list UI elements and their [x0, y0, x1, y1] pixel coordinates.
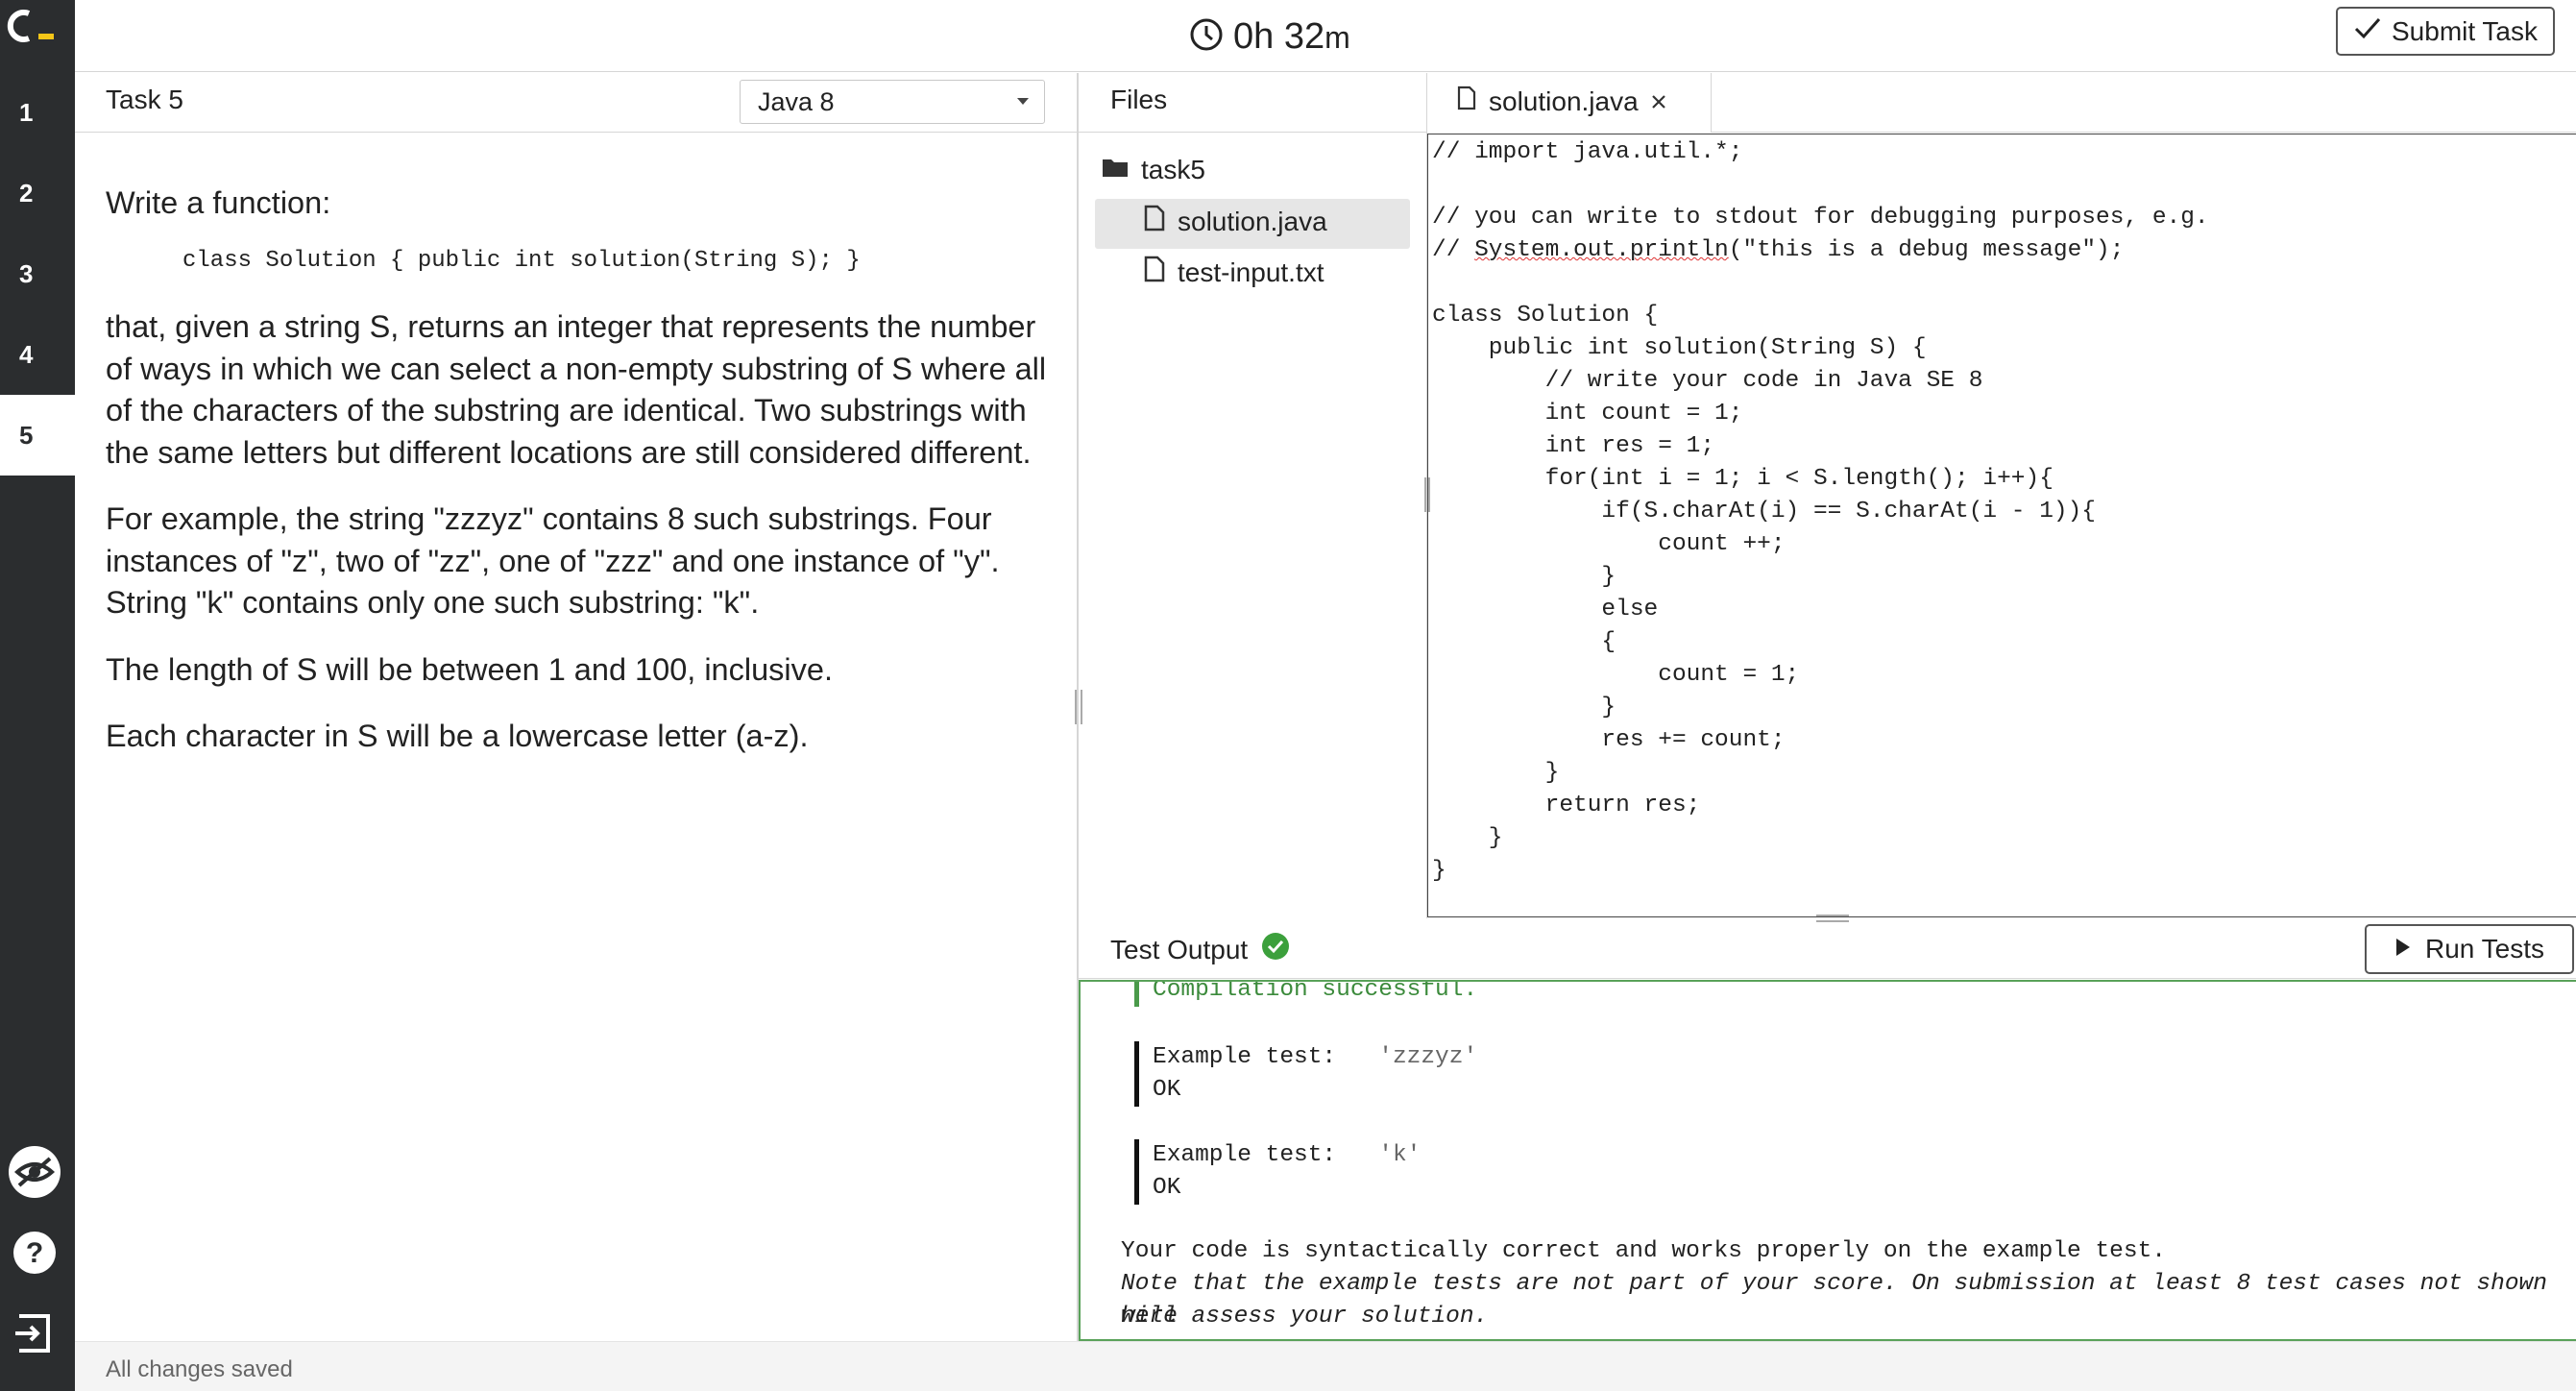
file-label: test-input.txt [1178, 256, 1324, 287]
language-value: Java 8 [758, 87, 835, 116]
checkmark-icon [2353, 15, 2382, 47]
folder-label: task5 [1141, 155, 1205, 184]
task-title: Task 5 [106, 85, 183, 114]
function-signature: class Solution { public int solution(Str… [182, 247, 861, 274]
nav-task-4[interactable]: 4 [0, 314, 75, 395]
code-line[interactable]: int res = 1; [1432, 433, 1714, 459]
task-description: Write a function: class Solution { publi… [106, 183, 1066, 783]
test-result: Example test: 'zzzyz' OK [1134, 1041, 1477, 1107]
nav-task-5[interactable]: 5 [0, 395, 75, 476]
submit-task-button[interactable]: Submit Task [2336, 7, 2555, 56]
left-nav: 1 2 3 4 5 ? [0, 0, 75, 1391]
code-line[interactable]: public int solution(String S) { [1432, 335, 1927, 361]
code-line[interactable]: return res; [1432, 793, 1701, 818]
file-icon [1143, 205, 1166, 238]
resize-handle[interactable] [1424, 477, 1430, 512]
task-paragraph: For example, the string "zzzyz" contains… [106, 501, 1000, 620]
language-select[interactable]: Java 8 [740, 80, 1045, 124]
code-line[interactable]: class Solution { [1432, 303, 1658, 329]
task-paragraph: The length of S will be between 1 and 10… [106, 651, 834, 687]
code-line[interactable]: // import java.util.*; [1432, 139, 1742, 165]
code-line[interactable]: for(int i = 1; i < S.length(); i++){ [1432, 466, 2054, 492]
tab-label: solution.java [1489, 85, 1639, 116]
timer: 0h 32m [1189, 8, 1350, 65]
note-text: will assess your solution. [1121, 1304, 1489, 1330]
code-line[interactable]: // you can write to stdout for debugging… [1432, 205, 2209, 231]
help-icon[interactable]: ? [6, 1224, 63, 1281]
code-editor[interactable]: // import java.util.*; // you can write … [1427, 134, 2576, 917]
status-bar [75, 1341, 2576, 1391]
files-title: Files [1110, 85, 1168, 114]
nav-task-3[interactable]: 3 [0, 233, 75, 314]
code-line[interactable]: res += count; [1432, 727, 1785, 753]
svg-text:?: ? [26, 1237, 43, 1269]
code-line[interactable]: { [1432, 629, 1616, 655]
dropdown-arrow-icon [1017, 98, 1029, 105]
code-line[interactable]: count ++; [1432, 531, 1785, 557]
codility-logo [0, 0, 75, 60]
folder-icon [1101, 155, 1130, 185]
test-output-header [1079, 919, 2576, 979]
code-line[interactable]: } [1432, 825, 1503, 851]
task-paragraph: Each character in S will be a lowercase … [106, 719, 809, 753]
file-label: solution.java [1178, 206, 1327, 236]
test-output-console: Compilation successful. Example test: 'z… [1079, 980, 2576, 1341]
code-line[interactable]: } [1432, 858, 1446, 884]
nav-task-1[interactable]: 1 [0, 72, 75, 153]
code-line[interactable]: // System.out.println("this is a debug m… [1432, 237, 2124, 263]
clock-icon [1189, 17, 1224, 57]
code-content[interactable]: // import java.util.*; // you can write … [1432, 136, 2209, 888]
task-paragraph: that, given a string S, returns an integ… [106, 309, 1047, 470]
tab-solution-java[interactable]: solution.java [1427, 73, 1712, 133]
code-line[interactable]: if(S.charAt(i) == S.charAt(i - 1)){ [1432, 499, 2096, 525]
test-result: Example test: 'k' OK [1134, 1139, 1421, 1205]
timer-value: 0h 32m [1233, 15, 1350, 57]
success-check-icon [1261, 932, 1290, 967]
code-line[interactable]: } [1432, 695, 1616, 720]
code-line[interactable]: } [1432, 564, 1616, 590]
task-intro: Write a function: [106, 185, 331, 220]
compile-message: Compilation successful. [1134, 982, 1477, 1007]
file-item-test-input[interactable]: test-input.txt [1143, 256, 1324, 289]
play-icon [2394, 934, 2412, 964]
status-text: All changes saved [106, 1356, 293, 1382]
nav-task-2[interactable]: 2 [0, 153, 75, 233]
code-line[interactable]: int count = 1; [1432, 401, 1743, 427]
folder-task5[interactable]: task5 [1101, 155, 1205, 185]
run-tests-button[interactable]: Run Tests [2365, 924, 2574, 974]
file-icon [1143, 256, 1166, 289]
tabbar-border [1712, 132, 2576, 133]
run-tests-label: Run Tests [2425, 934, 2544, 964]
eye-icon[interactable] [6, 1143, 63, 1201]
file-item-solution[interactable]: solution.java [1143, 205, 1327, 238]
code-line[interactable]: } [1432, 760, 1560, 786]
summary-text: Your code is syntactically correct and w… [1121, 1238, 2166, 1264]
resize-handle[interactable] [1075, 690, 1082, 724]
exit-icon[interactable] [6, 1305, 63, 1362]
code-line[interactable]: count = 1; [1432, 662, 1799, 688]
submit-task-label: Submit Task [2392, 15, 2538, 46]
code-line[interactable]: else [1432, 597, 1658, 622]
close-icon[interactable] [1650, 86, 1667, 117]
code-line[interactable]: // write your code in Java SE 8 [1432, 368, 1983, 394]
file-icon [1456, 85, 1477, 117]
test-output-title: Test Output [1110, 932, 1290, 967]
